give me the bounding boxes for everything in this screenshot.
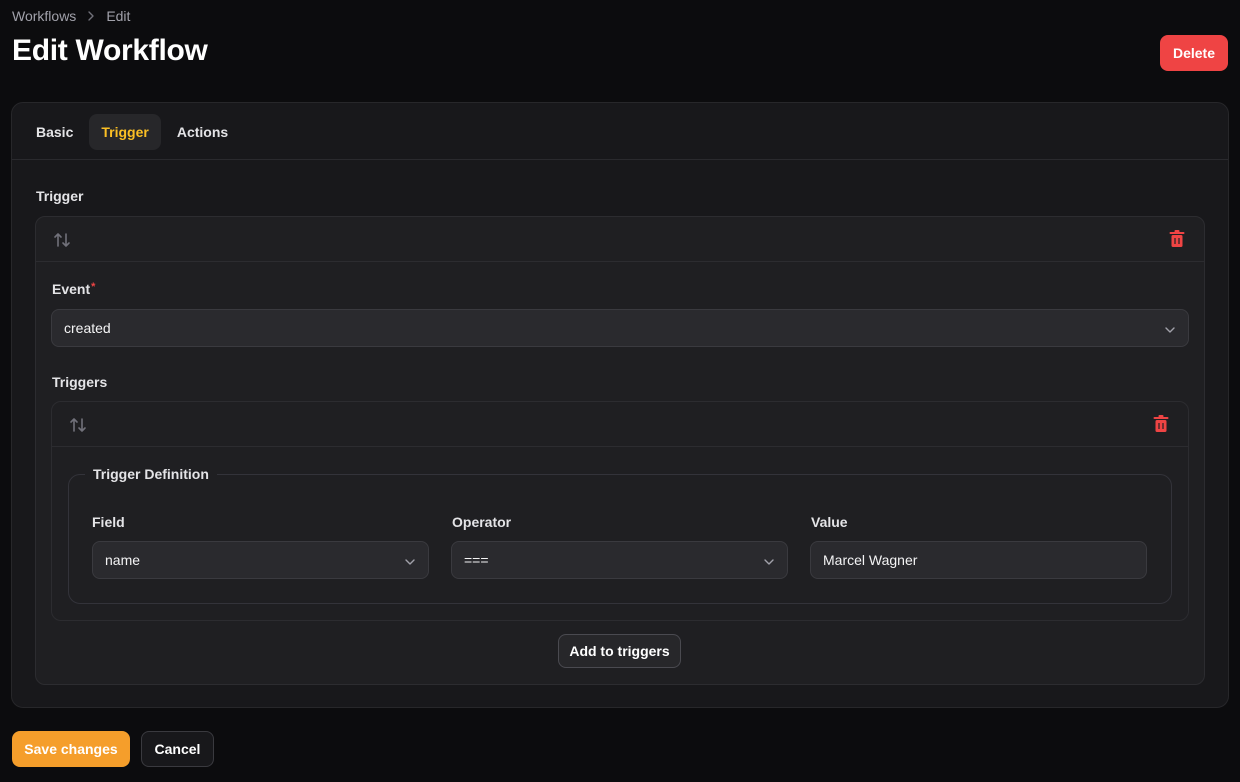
drag-sort-icon[interactable] — [68, 415, 88, 435]
form-card: Basic Trigger Actions Trigger Event* cre… — [11, 102, 1229, 708]
chevron-down-icon — [763, 555, 775, 567]
trigger-item-header — [36, 217, 1204, 262]
trash-icon[interactable] — [1168, 229, 1186, 249]
triggers-label: Triggers — [52, 374, 108, 390]
add-to-triggers-button[interactable]: Add to triggers — [558, 634, 681, 668]
drag-sort-icon[interactable] — [52, 230, 72, 250]
tab-actions[interactable]: Actions — [165, 114, 240, 150]
operator-select-value: === — [464, 552, 489, 568]
operator-select[interactable]: === — [451, 541, 788, 579]
trigger-definition-legend: Trigger Definition — [85, 466, 217, 482]
save-changes-button[interactable]: Save changes — [12, 731, 130, 767]
value-label: Value — [811, 514, 848, 530]
triggers-item-header — [52, 402, 1188, 447]
event-label-text: Event — [52, 281, 91, 297]
required-mark: * — [91, 281, 96, 293]
chevron-right-icon — [86, 11, 96, 21]
tab-trigger[interactable]: Trigger — [89, 114, 161, 150]
breadcrumb-item-workflows[interactable]: Workflows — [12, 8, 76, 24]
trash-icon[interactable] — [1152, 414, 1170, 434]
event-select[interactable]: created — [51, 309, 1189, 347]
trigger-section-label: Trigger — [36, 188, 84, 204]
value-input-text: Marcel Wagner — [823, 552, 918, 568]
tab-bar: Basic Trigger Actions — [24, 114, 240, 150]
delete-button[interactable]: Delete — [1160, 35, 1228, 71]
field-select-value: name — [105, 552, 141, 568]
event-select-value: created — [64, 320, 111, 336]
trigger-repeater-item: Event* created Triggers Trigger Definiti… — [35, 216, 1205, 685]
chevron-down-icon — [404, 555, 416, 567]
triggers-repeater-item: Trigger Definition Field name Operator =… — [51, 401, 1189, 621]
field-label: Field — [92, 514, 125, 530]
trigger-definition-fieldset: Trigger Definition Field name Operator =… — [68, 466, 1172, 604]
breadcrumb: Workflows Edit — [12, 8, 130, 24]
event-label: Event* — [52, 281, 95, 297]
tab-basic[interactable]: Basic — [24, 114, 85, 150]
cancel-button[interactable]: Cancel — [141, 731, 214, 767]
operator-label: Operator — [452, 514, 512, 530]
breadcrumb-item-edit: Edit — [106, 8, 131, 24]
value-input[interactable]: Marcel Wagner — [810, 541, 1147, 579]
page-title: Edit Workflow — [12, 34, 208, 67]
tabs-divider — [12, 159, 1228, 160]
field-select[interactable]: name — [92, 541, 429, 579]
chevron-down-icon — [1164, 323, 1176, 335]
